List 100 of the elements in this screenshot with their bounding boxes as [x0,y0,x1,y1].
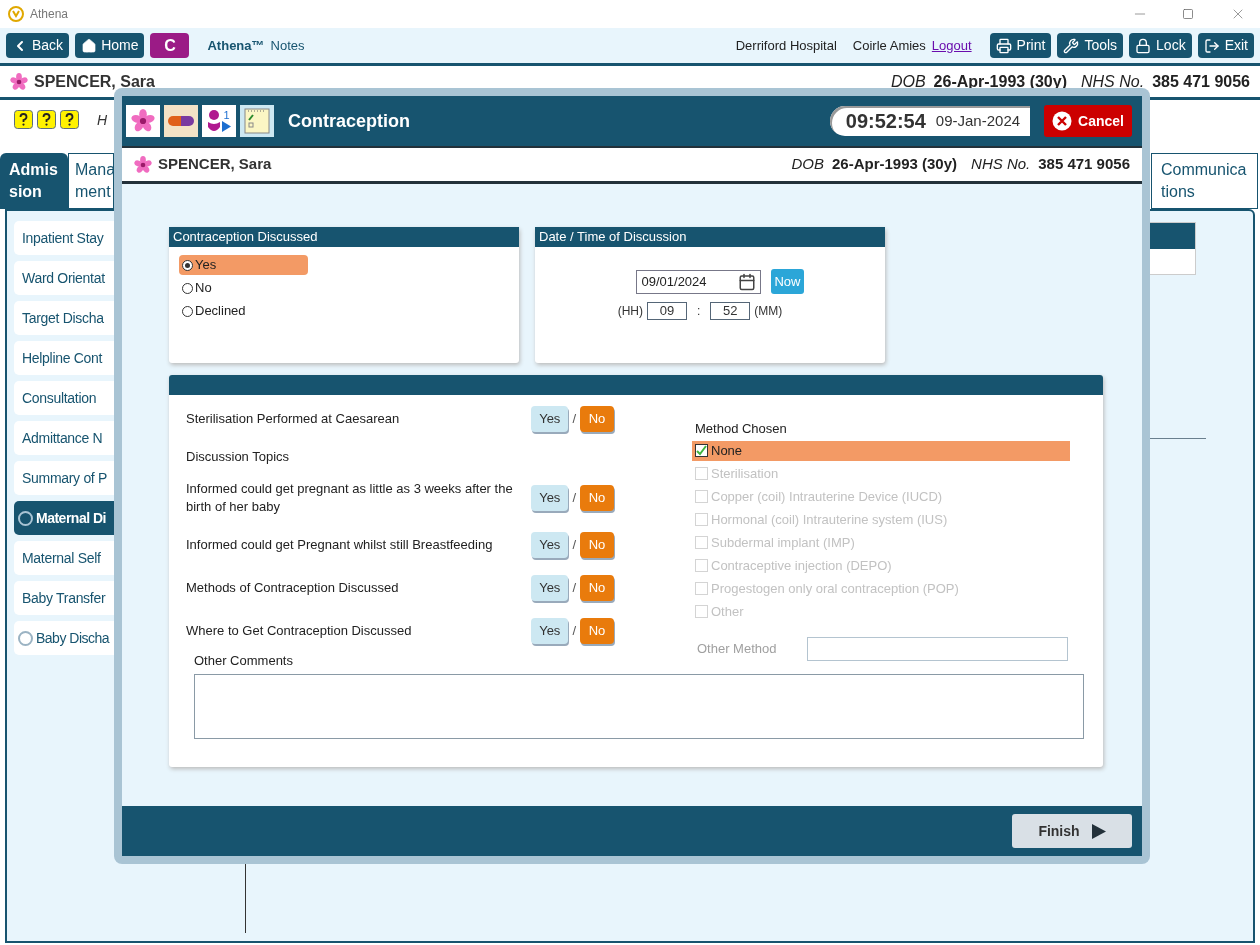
hour-field[interactable]: 09 [647,302,687,320]
dialog-title: Contraception [288,109,410,133]
card-title: Date / Time of Discussion [535,227,885,247]
option-label: Other [711,602,744,621]
time-separator: : [697,303,701,320]
answer-toggle[interactable]: Yes [531,574,569,601]
answer-toggle[interactable]: Yes [531,617,569,644]
app-badge[interactable]: C [150,33,190,58]
radio-button[interactable] [182,259,193,271]
sidebar-item[interactable]: Baby Transfer [14,581,114,615]
patient-name: SPENCER, Sara [158,154,272,175]
date-field[interactable]: 09/01/2024 [636,269,762,294]
tab[interactable]: Communica tions [1151,153,1258,209]
medication-button[interactable] [164,105,198,137]
sidebar-item[interactable]: Helpline Cont [14,341,114,375]
exit-icon [1203,37,1220,54]
minute-label: (MM) [754,303,783,320]
toolbar-button[interactable]: Tools [1057,33,1124,58]
user-name: Coirle Amies [852,36,926,55]
badge-number: 1 [223,110,230,121]
answer-toggle[interactable]: Yes [531,406,569,432]
toolbar-button[interactable]: Exit [1197,33,1254,58]
option-label: Progestogen only oral contraception (POP) [711,579,959,598]
tab[interactable]: Admis sion [0,153,68,209]
app-section: Notes [270,35,305,56]
question-text: Where to Get Contraception Discussed [186,621,413,640]
separator-text: / [572,535,576,554]
notepad-icon [244,108,270,134]
flower-icon [131,109,155,133]
toolbar-button[interactable]: Lock [1129,33,1192,58]
logout-link[interactable]: Logout [931,35,972,56]
printer-icon [995,37,1012,54]
question-text: Sterilisation Performed at Caesarean [186,410,401,428]
finish-button[interactable]: Finish [1012,814,1132,848]
nav-button[interactable]: Back [6,33,70,58]
cancel-button[interactable]: Cancel [1044,105,1132,137]
person-button[interactable]: 1 [202,105,236,137]
answer-toggle[interactable]: Yes [531,484,569,511]
nhs-label: NHS No. [971,154,1031,175]
comments-field[interactable] [194,674,1084,739]
sidebar-item[interactable]: Maternal Self [14,541,114,575]
toolbar-button[interactable]: Print [989,33,1052,58]
clock-time: 09:52:54 [845,109,926,134]
question-text: Methods of Contraception Discussed [186,578,400,597]
clock-date: 09-Jan-2024 [935,110,1021,131]
dob-label: DOB [890,71,926,92]
method-title: Method Chosen [695,420,788,438]
sidebar-item[interactable]: Consultation [14,381,114,415]
hint-text: H [97,111,108,130]
separator-text: / [572,488,576,507]
separator-text: / [572,578,576,597]
field-label: Other Comments [194,651,294,670]
section-heading: Discussion Topics [186,448,291,466]
sidebar-item[interactable]: Summary of P [14,461,114,495]
minute-field[interactable]: 52 [710,302,751,320]
separator-text: / [572,410,576,429]
checkbox[interactable] [695,444,708,457]
sidebar-item[interactable]: Maternal Di [14,501,114,535]
help-icon[interactable] [60,110,79,129]
separator-text: / [572,621,576,640]
option-label: Sterilisation [711,464,779,483]
radio-icon [18,630,33,646]
option-label: Copper (coil) Intrauterine Device (IUCD) [711,487,943,506]
option-label: None [711,441,743,460]
nhs-number: 385 471 9056 [1038,154,1130,175]
notes-button[interactable] [240,105,274,137]
answer-toggle[interactable]: Yes [531,531,569,558]
flower-icon [134,155,152,174]
option-label: Yes [195,256,217,275]
option-label: Subdermal implant (IMP) [711,533,855,552]
sidebar-item[interactable]: Baby Discha [14,621,114,655]
option-label: Declined [195,302,246,321]
option-label: Hormonal (coil) Intrauterine system (IUS) [711,510,948,529]
maximize-icon[interactable] [1182,8,1194,20]
nav-button[interactable]: Home [75,33,145,58]
play-icon [1091,823,1106,839]
question-text: Informed could get Pregnant whilst still Breastfeeding [186,535,494,554]
option-label: Contraceptive injection (DEPO) [711,556,892,575]
radio-icon [18,510,33,526]
field-label: Other Method [697,639,778,658]
app-logo-icon [8,6,24,22]
radio-button[interactable] [182,282,193,294]
radio-button[interactable] [182,305,193,317]
play-icon [222,121,231,132]
lock-icon [1135,37,1152,54]
sidebar-item[interactable]: Inpatient Stay [14,221,114,255]
close-icon [1052,111,1073,131]
sidebar-item[interactable]: Target Discha [14,301,114,335]
dob-value: 26-Apr-1993 (30y) [832,154,958,175]
sidebar-item[interactable]: Ward Orientat [14,261,114,295]
app-name: Athena™ [207,36,265,55]
help-icon[interactable] [14,110,33,129]
flower-button[interactable] [126,105,160,137]
nhs-number: 385 471 9056 [1152,71,1250,92]
help-icon[interactable] [37,110,56,129]
sidebar-item[interactable]: Admittance N [14,421,114,455]
house-icon [81,37,98,54]
hospital-name: Derriford Hospital [735,36,837,55]
input-field[interactable] [807,636,1068,661]
person-icon [207,109,221,133]
